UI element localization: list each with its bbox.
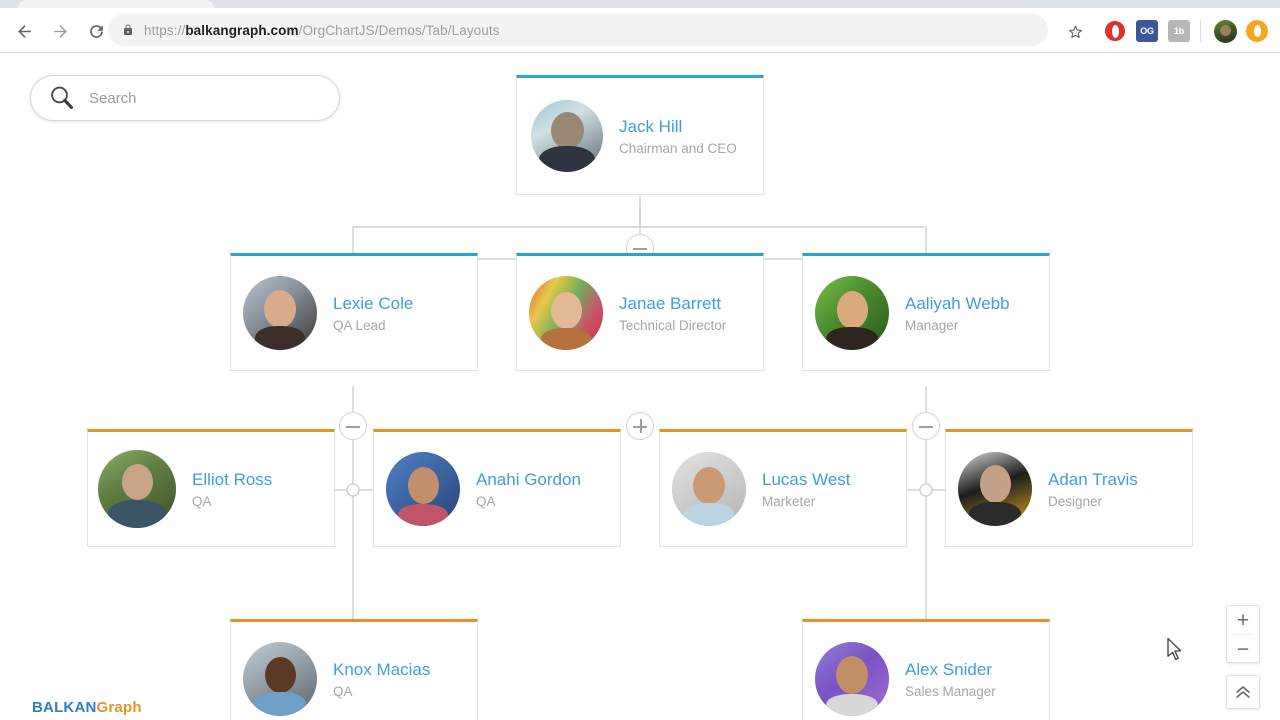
node-title: Designer <box>1048 494 1103 510</box>
reload-icon <box>89 24 103 38</box>
org-node-adan-travis[interactable]: Adan Travis Designer <box>945 429 1193 547</box>
logo-part-balkan: BALKAN <box>32 699 97 716</box>
org-node-aaliyah-webb[interactable]: Aaliyah Webb Manager <box>802 253 1050 371</box>
node-name: Adan Travis <box>1048 469 1138 489</box>
collapse-toggle-lexie-cole[interactable] <box>339 412 367 440</box>
reload-button[interactable] <box>82 17 110 45</box>
balkangraph-logo[interactable]: BALKANGraph <box>32 699 142 716</box>
expand-toggle-janae-barrett[interactable] <box>626 412 654 440</box>
browser-toolbar: https://balkangraph.com/OrgChartJS/Demos… <box>0 8 1280 53</box>
avatar-jack-hill <box>531 100 603 172</box>
url-text: https://balkangraph.com/OrgChartJS/Demos… <box>144 22 500 38</box>
node-name: Lexie Cole <box>333 293 414 313</box>
zoom-out-button[interactable]: − <box>1227 635 1259 663</box>
node-title: QA <box>192 494 212 510</box>
org-node-lucas-west[interactable]: Lucas West Marketer <box>659 429 907 547</box>
node-title: QA <box>476 494 496 510</box>
node-title: Technical Director <box>619 318 727 334</box>
1b-extension-icon[interactable]: 1b <box>1168 20 1190 42</box>
forward-button[interactable] <box>46 17 74 45</box>
node-name: Janae Barrett <box>619 293 722 313</box>
node-name: Alex Snider <box>905 659 992 679</box>
avatar-anahi-gordon <box>386 452 460 526</box>
avatar-alex-snider <box>815 642 889 716</box>
org-node-lexie-cole[interactable]: Lexie Cole QA Lead <box>230 253 478 371</box>
node-name: Elliot Ross <box>192 469 273 489</box>
plus-icon-vertical <box>640 419 642 433</box>
address-bar[interactable]: https://balkangraph.com/OrgChartJS/Demos… <box>108 14 1048 46</box>
node-title: Manager <box>905 318 959 334</box>
tab-ghost-1[interactable] <box>18 0 214 8</box>
org-node-elliot-ross[interactable]: Elliot Ross QA <box>87 429 335 547</box>
node-title: Sales Manager <box>905 684 996 700</box>
avatar-elliot-ross <box>98 450 176 528</box>
tab-ghost-2[interactable] <box>256 0 416 8</box>
double-chevron-up-icon <box>1236 686 1250 698</box>
avatar-knox-macias <box>243 642 317 716</box>
og-extension-icon[interactable]: OG <box>1136 20 1158 42</box>
browser-chrome: https://balkangraph.com/OrgChartJS/Demos… <box>0 0 1280 54</box>
opera-extension-icon[interactable] <box>1104 20 1126 42</box>
collapse-toggle-aaliyah-webb[interactable] <box>912 412 940 440</box>
toolbar-divider <box>1200 20 1201 42</box>
org-chart-canvas[interactable]: Jack Hill Chairman and CEO Lexie Cole QA… <box>0 54 1280 720</box>
minus-icon <box>346 426 360 428</box>
avatar-lexie-cole <box>243 276 317 350</box>
avatar-adan-travis <box>958 452 1032 526</box>
org-node-knox-macias[interactable]: Knox Macias QA <box>230 619 478 720</box>
zoom-controls: + − <box>1226 605 1260 663</box>
profile-avatar[interactable] <box>1214 20 1237 43</box>
star-outline-icon <box>1068 25 1082 38</box>
org-node-janae-barrett[interactable]: Janae Barrett Technical Director <box>516 253 764 371</box>
fit-to-screen-button[interactable] <box>1226 675 1260 709</box>
org-node-jack-hill[interactable]: Jack Hill Chairman and CEO <box>516 75 764 195</box>
avatar-aaliyah-webb <box>815 276 889 350</box>
avatar-face <box>1220 25 1231 36</box>
back-button[interactable] <box>10 17 38 45</box>
node-name: Knox Macias <box>333 659 431 679</box>
junction-dot-left <box>346 483 360 497</box>
node-title: QA Lead <box>333 318 386 334</box>
zoom-in-button[interactable]: + <box>1227 606 1259 634</box>
node-title: Chairman and CEO <box>619 141 737 157</box>
tab-strip <box>0 0 1280 8</box>
node-title: QA <box>333 684 353 700</box>
forward-arrow-icon <box>53 24 67 38</box>
node-name: Jack Hill <box>619 116 683 136</box>
node-name: Aaliyah Webb <box>905 293 1010 313</box>
logo-part-graph: Graph <box>96 699 142 716</box>
minus-icon <box>633 248 647 250</box>
avatar-janae-barrett <box>529 276 603 350</box>
node-name: Anahi Gordon <box>476 469 581 489</box>
lock-icon <box>122 23 134 37</box>
opera-glyph <box>1105 21 1125 41</box>
back-arrow-icon <box>17 24 31 38</box>
bookmark-star-button[interactable] <box>1062 18 1088 44</box>
mouse-pointer-icon <box>1167 637 1182 661</box>
junction-dot-right <box>919 483 933 497</box>
node-title: Marketer <box>762 494 816 510</box>
org-node-anahi-gordon[interactable]: Anahi Gordon QA <box>373 429 621 547</box>
node-name: Lucas West <box>762 469 851 489</box>
minus-icon <box>919 426 933 428</box>
avatar-lucas-west <box>672 452 746 526</box>
browser-menu-icon[interactable] <box>1246 20 1268 42</box>
org-node-alex-snider[interactable]: Alex Snider Sales Manager <box>802 619 1050 720</box>
